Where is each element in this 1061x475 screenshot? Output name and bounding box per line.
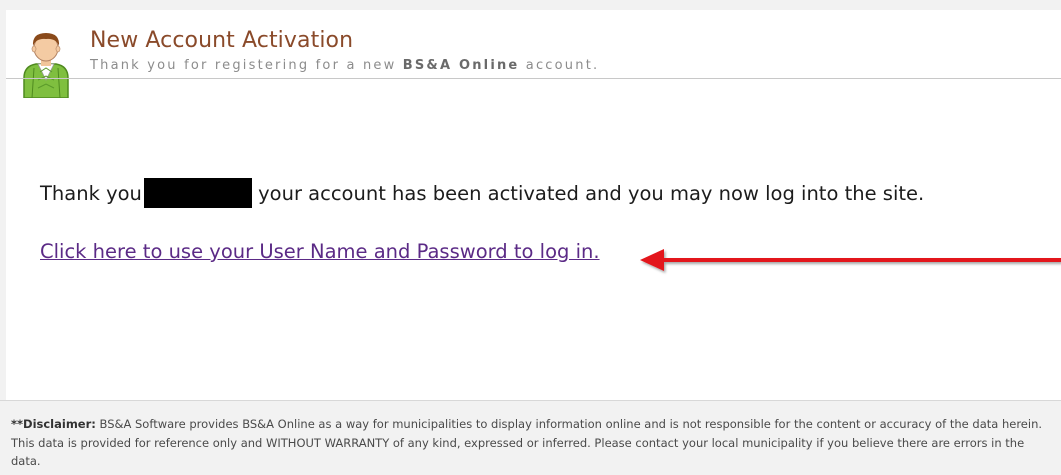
activation-message: Thank you your account has been activate… [40,178,924,208]
page-title: New Account Activation [90,28,354,53]
disclaimer-text: BS&A Software provides BS&A Online as a … [11,417,1043,468]
top-shade [0,0,1061,10]
message-end: your account has been activated and you … [258,182,925,205]
header-divider [6,78,1061,79]
user-avatar-icon [23,33,69,98]
subtitle-text-end: account. [525,58,600,73]
subtitle-text-start: Thank you for registering for a new [90,58,397,73]
login-link[interactable]: Click here to use your User Name and Pas… [40,240,600,263]
activation-page: New Account Activation Thank you for reg… [0,0,1061,475]
page-header: New Account Activation Thank you for reg… [18,24,1061,98]
disclaimer: **Disclaimer: BS&A Software provides BS&… [0,400,1061,475]
redacted-username [143,178,252,208]
subtitle-brand: BS&A Online [402,58,520,73]
message-start: Thank you [40,182,142,205]
page-subtitle: Thank you for registering for a new BS&A… [90,58,599,73]
red-arrow-annotation [640,249,1061,271]
disclaimer-label: **Disclaimer: [11,417,96,431]
